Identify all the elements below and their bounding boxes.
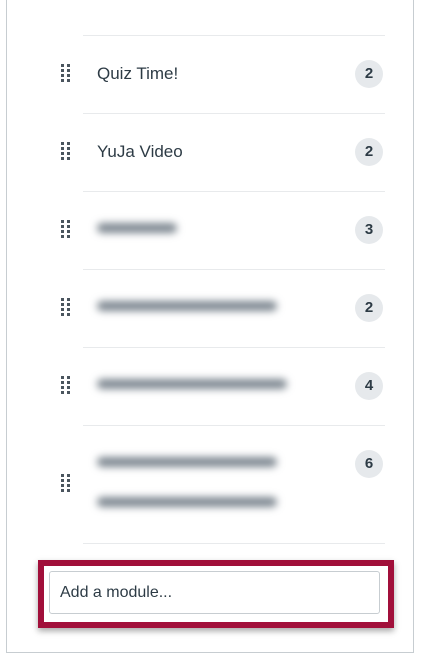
drag-handle-icon[interactable] [60, 297, 72, 317]
module-name-redacted [97, 288, 292, 328]
module-name: YuJa Video [97, 142, 183, 161]
drag-handle-icon[interactable] [60, 375, 72, 395]
item-count-badge: 4 [355, 372, 383, 400]
module-name-redacted [97, 210, 292, 250]
drag-handle-icon[interactable] [60, 219, 72, 239]
item-count-badge: 2 [355, 60, 383, 88]
module-name: Quiz Time! [97, 64, 179, 83]
module-row[interactable]: 2 [7, 270, 413, 348]
module-row[interactable]: 6 [7, 426, 413, 544]
module-row[interactable]: 4 [7, 348, 413, 426]
item-count-badge: 2 [355, 138, 383, 166]
drag-handle-icon[interactable] [60, 141, 72, 161]
module-name-redacted [97, 444, 292, 539]
module-name-redacted [97, 366, 292, 406]
divider [83, 543, 385, 544]
module-row[interactable]: 3 [7, 192, 413, 270]
module-row[interactable]: YuJa Video 2 [7, 114, 413, 192]
item-count-badge: 6 [355, 450, 383, 478]
module-row[interactable]: Quiz Time! 2 [7, 36, 413, 114]
drag-handle-icon[interactable] [60, 63, 72, 83]
item-count-badge: 3 [355, 216, 383, 244]
item-count-badge: 2 [355, 294, 383, 322]
modules-panel: Quiz Time! 2 YuJa Video 2 3 2 4 6 [6, 0, 414, 653]
drag-handle-icon[interactable] [60, 473, 72, 493]
add-module-input[interactable] [49, 571, 380, 614]
